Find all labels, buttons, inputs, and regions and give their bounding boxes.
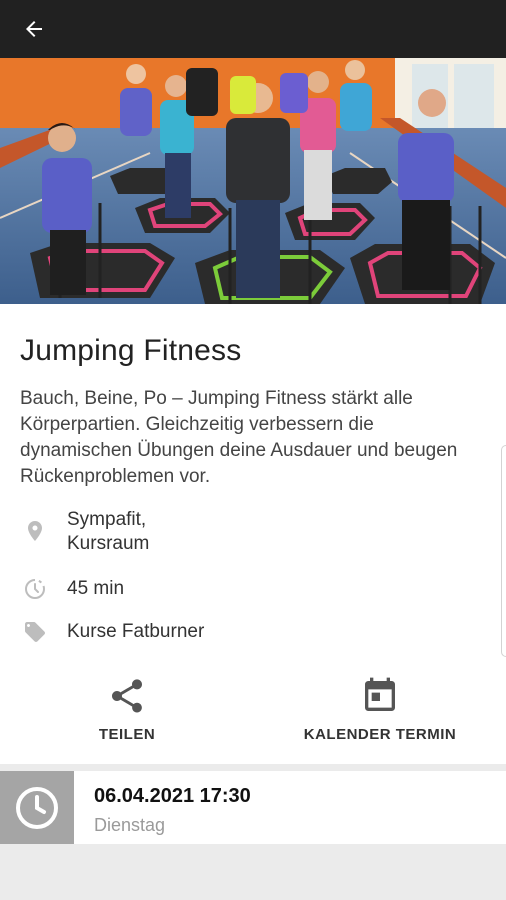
calendar-icon — [365, 677, 395, 711]
location-line-1: Sympafit, — [67, 509, 147, 530]
back-button[interactable] — [12, 7, 56, 51]
action-bar: TEILEN KALENDER TERMIN — [0, 676, 506, 746]
course-title: Jumping Fitness — [20, 334, 242, 367]
scroll-indicator[interactable] — [501, 445, 506, 657]
location-text: Sympafit, Kursraum — [67, 508, 149, 556]
calendar-button[interactable]: KALENDER TERMIN — [300, 676, 460, 746]
clock-icon — [16, 786, 58, 829]
duration-row: 45 min — [0, 574, 506, 604]
course-detail-card: Jumping Fitness Bauch, Beine, Po – Jumpi… — [0, 304, 506, 764]
location-line-2: Kursraum — [67, 533, 150, 554]
app-bar — [0, 0, 506, 58]
schedule-weekday: Dienstag — [94, 815, 166, 835]
arrow-left-icon — [26, 21, 42, 37]
tag-icon — [20, 617, 50, 647]
duration-text: 45 min — [67, 578, 125, 599]
schedule-row[interactable]: 06.04.2021 17:30 Dienstag — [0, 771, 506, 844]
location-pin-icon — [20, 516, 50, 546]
share-button[interactable]: TEILEN — [92, 676, 162, 746]
category-text: Kurse Fatburner — [67, 621, 205, 642]
location-row: Sympafit, Kursraum — [0, 506, 506, 560]
course-hero-image — [0, 58, 506, 304]
course-description: Bauch, Beine, Po – Jumping Fitness stärk… — [20, 388, 458, 487]
schedule-datetime: 06.04.2021 17:30 — [94, 785, 251, 807]
clock-badge — [0, 771, 74, 844]
calendar-label: KALENDER TERMIN — [303, 726, 457, 743]
category-row: Kurse Fatburner — [0, 617, 506, 647]
share-label: TEILEN — [98, 726, 156, 743]
timer-icon — [20, 574, 50, 604]
share-icon — [112, 679, 142, 713]
